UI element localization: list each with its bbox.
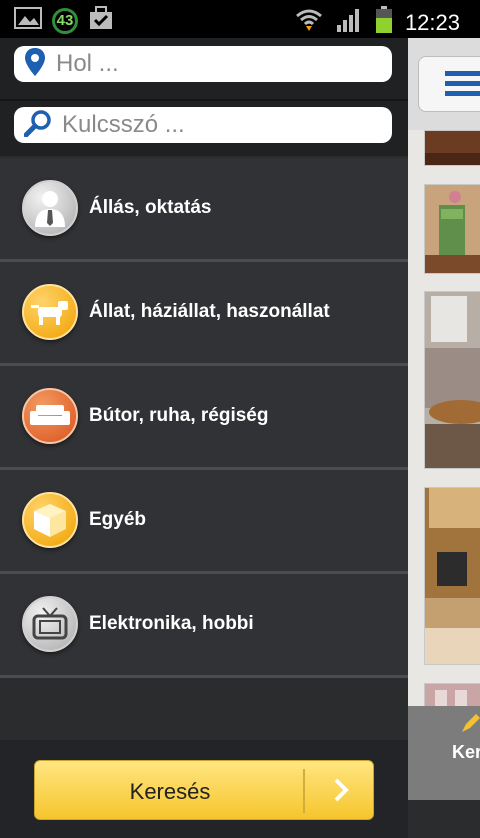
listing-thumbnail[interactable] [424, 184, 480, 274]
wifi-icon [295, 7, 323, 38]
person-tie-icon [22, 180, 78, 236]
navigation-drawer: Hol ... Kulcsszó ... Állás, oktatás Álla… [0, 38, 408, 838]
divider [0, 99, 408, 101]
bottom-bar-label: Ker [452, 742, 480, 762]
hamburger-menu-icon [445, 71, 480, 102]
category-label: Bútor, ruha, régiség [89, 405, 269, 426]
tv-icon [22, 596, 78, 652]
listing-thumbnail[interactable] [424, 291, 480, 469]
location-input-placeholder: Hol ... [56, 50, 119, 77]
category-list: Állás, oktatás Állat, háziállat, haszoná… [0, 158, 408, 678]
category-item[interactable]: Bútor, ruha, régiség [0, 366, 408, 470]
category-label: Állat, háziállat, haszonállat [89, 301, 330, 322]
battery-icon [375, 6, 393, 39]
shopping-bag-check-icon [88, 6, 114, 35]
search-icon [23, 109, 52, 142]
dog-icon [22, 284, 78, 340]
main-content-peek[interactable]: Ker [408, 38, 480, 800]
status-bar: 43 12:23 [0, 0, 480, 38]
drawer-footer: Keresés [0, 740, 408, 838]
gallery-icon [14, 6, 42, 35]
category-item[interactable]: Állat, háziállat, haszonállat [0, 262, 408, 366]
keyword-input[interactable]: Kulcsszó ... [14, 107, 392, 143]
notification-count-badge: 43 [52, 7, 78, 34]
listing-thumbnail[interactable] [424, 487, 480, 665]
category-label: Egyéb [89, 509, 147, 530]
chevron-right-icon [331, 775, 351, 810]
search-button[interactable]: Keresés [34, 760, 374, 820]
keyword-input-placeholder: Kulcsszó ... [62, 111, 185, 138]
listing-thumbnail[interactable] [424, 130, 480, 166]
box-icon [22, 492, 78, 548]
location-pin-icon [24, 47, 46, 82]
pencil-icon [460, 712, 480, 739]
category-label: Elektronika, hobbi [89, 613, 254, 634]
sofa-icon [22, 388, 78, 444]
signal-strength-icon [335, 7, 363, 38]
clock: 12:23 [404, 9, 460, 35]
category-label: Állás, oktatás [89, 197, 212, 218]
toolbar-peek [408, 38, 480, 130]
search-button-label: Keresés [129, 779, 211, 804]
button-divider [303, 769, 305, 813]
menu-button[interactable] [418, 56, 480, 112]
category-item[interactable]: Állás, oktatás [0, 158, 408, 262]
bottom-bar-peek[interactable]: Ker [408, 706, 480, 800]
category-item[interactable]: Egyéb [0, 470, 408, 574]
search-fields-area: Hol ... Kulcsszó ... [0, 38, 408, 156]
category-item[interactable]: Elektronika, hobbi [0, 574, 408, 678]
location-input[interactable]: Hol ... [14, 46, 392, 82]
